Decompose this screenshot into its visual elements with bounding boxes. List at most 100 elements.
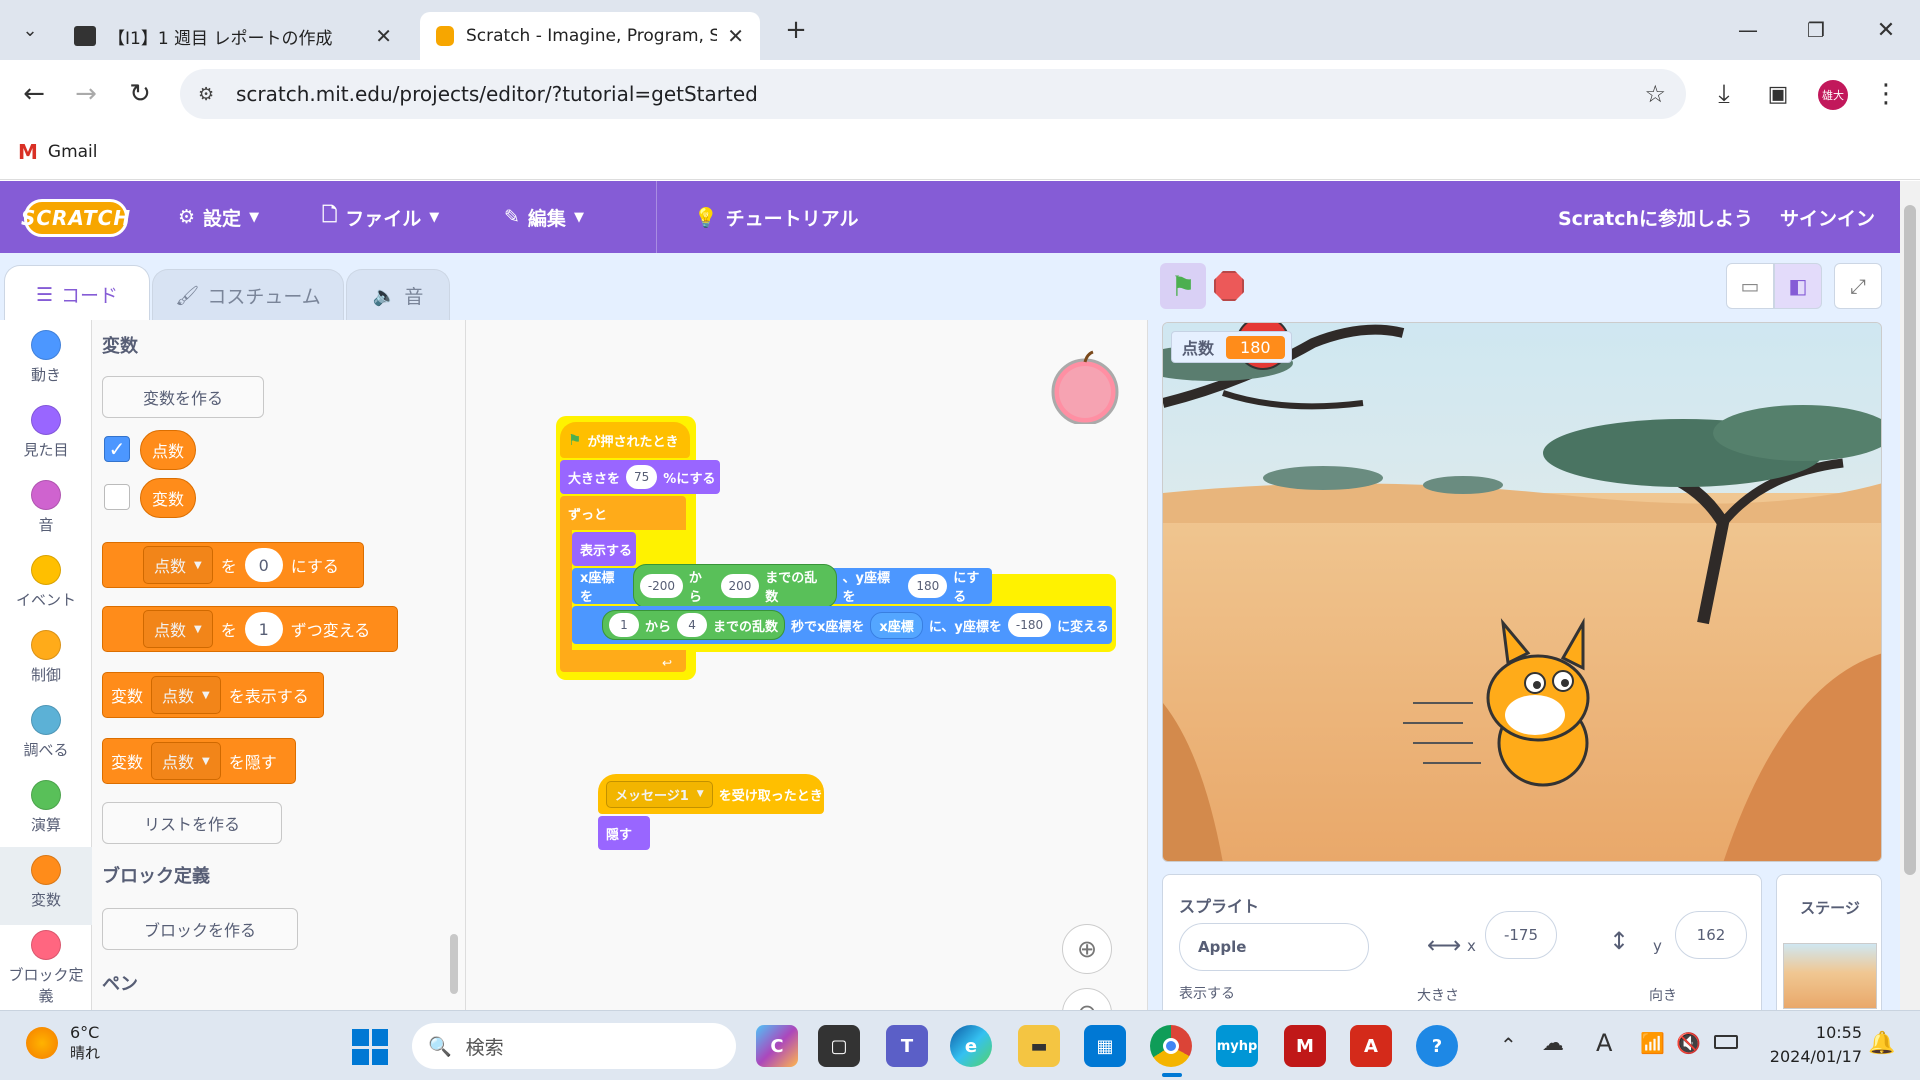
bookmark-star-icon[interactable]: ☆ bbox=[1644, 80, 1666, 108]
category-sensing[interactable]: 調べる bbox=[0, 705, 92, 777]
script-green-flag[interactable]: ⚑ が押されたとき 大きさを 75 %にする ずっと ↩ 表示する x座標を -… bbox=[556, 416, 1116, 680]
tab-sound[interactable]: 🔈 音 bbox=[346, 269, 450, 321]
chrome-icon[interactable] bbox=[1150, 1025, 1192, 1067]
ms-store-icon[interactable]: ▦ bbox=[1084, 1025, 1126, 1067]
random-to-input[interactable]: 200 bbox=[720, 574, 760, 598]
join-link[interactable]: Scratchに参加しよう bbox=[1558, 181, 1753, 253]
sprite-name-field[interactable]: Apple bbox=[1179, 923, 1369, 971]
variable-monitor-score[interactable]: 点数 180 bbox=[1171, 331, 1292, 363]
help-icon[interactable]: ? bbox=[1416, 1025, 1458, 1067]
signin-link[interactable]: サインイン bbox=[1780, 181, 1875, 253]
value-input[interactable]: 1 bbox=[244, 612, 283, 646]
glide-block[interactable]: 1 から 4 までの乱数 秒でx座標を x座標 に、y座標を -180 に変える bbox=[572, 606, 1112, 644]
file-menu[interactable]: 🗋 ファイル ▼ bbox=[322, 181, 439, 253]
set-size-block[interactable]: 大きさを 75 %にする bbox=[560, 460, 720, 494]
forward-icon[interactable]: → bbox=[66, 74, 106, 114]
download-icon[interactable]: ⤓ bbox=[1704, 74, 1744, 114]
side-panel-icon[interactable]: ▣ bbox=[1758, 74, 1798, 114]
category-looks[interactable]: 見た目 bbox=[0, 405, 92, 477]
message-dropdown[interactable]: メッセージ1 ▼ bbox=[606, 780, 713, 808]
category-myblocks[interactable]: ブロック定義 bbox=[0, 930, 92, 1010]
site-info-icon[interactable]: ⚙ bbox=[198, 84, 214, 105]
category-motion[interactable]: 動き bbox=[0, 330, 92, 402]
random-to-input[interactable]: 4 bbox=[677, 613, 708, 637]
browser-tab-scratch[interactable]: Scratch - Imagine, Program, Sha ✕ bbox=[420, 12, 760, 60]
task-view-icon[interactable]: ▢ bbox=[818, 1025, 860, 1067]
make-block-button[interactable]: ブロックを作る bbox=[102, 908, 298, 950]
copilot-icon[interactable]: C bbox=[756, 1025, 798, 1067]
x-coordinate-field[interactable]: -175 bbox=[1485, 911, 1557, 959]
y-input[interactable]: 180 bbox=[908, 574, 948, 598]
set-variable-block[interactable]: 点数 ▼ を 0 にする bbox=[102, 542, 364, 588]
variable-dropdown[interactable]: 点数 ▼ bbox=[151, 676, 221, 714]
make-variable-button[interactable]: 変数を作る bbox=[102, 376, 264, 418]
stage-selector-pane[interactable]: ステージ bbox=[1776, 874, 1882, 1014]
wifi-icon[interactable]: 📶 bbox=[1640, 1031, 1665, 1055]
acrobat-icon[interactable]: A bbox=[1350, 1025, 1392, 1067]
random-reporter[interactable]: -200 から 200 までの乱数 bbox=[632, 564, 837, 608]
page-scrollbar[interactable] bbox=[1900, 181, 1920, 1010]
small-stage-button[interactable]: ▭ bbox=[1726, 263, 1774, 309]
tab-costume[interactable]: 🖌 コスチューム bbox=[152, 269, 344, 321]
tutorial-menu[interactable]: 💡 チュートリアル bbox=[694, 181, 858, 253]
browser-tab-report[interactable]: 【I1】1 週目 レポートの作成 ✕ bbox=[58, 12, 408, 60]
make-list-button[interactable]: リストを作る bbox=[102, 802, 282, 844]
close-tab-icon[interactable]: ✕ bbox=[375, 24, 392, 48]
stage-thumbnail[interactable] bbox=[1783, 943, 1877, 1009]
file-explorer-icon[interactable]: ▬ bbox=[1018, 1025, 1060, 1067]
tray-chevron-icon[interactable]: ⌃ bbox=[1500, 1033, 1517, 1057]
zoom-in-button[interactable]: ⊕ bbox=[1062, 924, 1112, 974]
variable-dropdown[interactable]: 点数 ▼ bbox=[151, 742, 221, 780]
random-reporter[interactable]: 1 から 4 までの乱数 bbox=[602, 610, 786, 640]
ime-icon[interactable]: A bbox=[1596, 1029, 1612, 1057]
scratch-logo[interactable]: SCRATCH bbox=[21, 199, 130, 237]
variable-dropdown[interactable]: 点数 ▼ bbox=[143, 610, 213, 648]
random-from-input[interactable]: -200 bbox=[639, 574, 683, 598]
stop-button[interactable] bbox=[1214, 271, 1244, 301]
reload-icon[interactable]: ↻ bbox=[120, 74, 160, 114]
back-icon[interactable]: ← bbox=[14, 74, 54, 114]
close-window-button[interactable]: ✕ bbox=[1866, 10, 1906, 50]
new-tab-button[interactable]: + bbox=[776, 10, 816, 50]
scrollbar-thumb[interactable] bbox=[1904, 205, 1916, 875]
x-position-reporter[interactable]: x座標 bbox=[870, 611, 923, 639]
category-events[interactable]: イベント bbox=[0, 555, 92, 627]
edge-icon[interactable]: e bbox=[950, 1025, 992, 1067]
normal-stage-button[interactable]: ◧ bbox=[1774, 263, 1822, 309]
category-operators[interactable]: 演算 bbox=[0, 780, 92, 852]
palette-scrollbar[interactable] bbox=[450, 934, 458, 994]
windows-start-icon[interactable] bbox=[352, 1029, 388, 1065]
url-field[interactable]: ⚙ scratch.mit.edu/projects/editor/?tutor… bbox=[180, 69, 1686, 119]
zoom-out-button[interactable]: ⊖ bbox=[1062, 988, 1112, 1010]
when-flag-clicked-hat[interactable]: ⚑ が押されたとき bbox=[560, 422, 690, 458]
stage-canvas[interactable]: 点数 180 bbox=[1162, 322, 1882, 862]
hide-variable-block[interactable]: 変数 点数 ▼ を隠す bbox=[102, 738, 296, 784]
value-input[interactable]: 0 bbox=[244, 548, 283, 582]
var-reporter-variable[interactable]: 変数 bbox=[140, 478, 196, 518]
minimize-button[interactable]: — bbox=[1728, 10, 1768, 50]
bookmark-gmail[interactable]: M Gmail bbox=[18, 140, 98, 164]
when-receive-hat[interactable]: メッセージ1 ▼ を受け取ったとき bbox=[598, 774, 824, 814]
random-from-input[interactable]: 1 bbox=[609, 613, 639, 637]
var-checkbox-variable[interactable] bbox=[104, 484, 130, 510]
profile-avatar[interactable]: 雄大 bbox=[1818, 80, 1848, 110]
size-input[interactable]: 75 bbox=[626, 465, 658, 489]
category-variables[interactable]: 変数 bbox=[0, 847, 92, 925]
variable-dropdown[interactable]: 点数 ▼ bbox=[143, 546, 213, 584]
y-input[interactable]: -180 bbox=[1007, 613, 1052, 637]
goto-xy-block[interactable]: x座標を -200 から 200 までの乱数 、y座標を 180 にする bbox=[572, 564, 992, 608]
notification-bell-icon[interactable]: 🔔 bbox=[1868, 1031, 1895, 1056]
show-block[interactable]: 表示する bbox=[572, 532, 636, 566]
close-tab-icon[interactable]: ✕ bbox=[727, 24, 744, 48]
green-flag-button[interactable]: ⚑ bbox=[1160, 263, 1206, 309]
settings-menu[interactable]: ⚙ 設定 ▼ bbox=[178, 181, 259, 253]
y-coordinate-field[interactable]: 162 bbox=[1675, 911, 1747, 959]
onedrive-icon[interactable]: ☁ bbox=[1542, 1031, 1564, 1056]
menu-kebab-icon[interactable]: ⋮ bbox=[1866, 74, 1906, 114]
restore-button[interactable]: ❐ bbox=[1796, 10, 1836, 50]
edit-menu[interactable]: ✎ 編集 ▼ bbox=[504, 181, 584, 253]
show-variable-block[interactable]: 変数 点数 ▼ を表示する bbox=[102, 672, 324, 718]
fullscreen-button[interactable]: ⤢ bbox=[1834, 263, 1882, 309]
tab-code[interactable]: ☰ コード bbox=[4, 265, 150, 323]
clock[interactable]: 10:55 2024/01/17 bbox=[1756, 1021, 1862, 1069]
